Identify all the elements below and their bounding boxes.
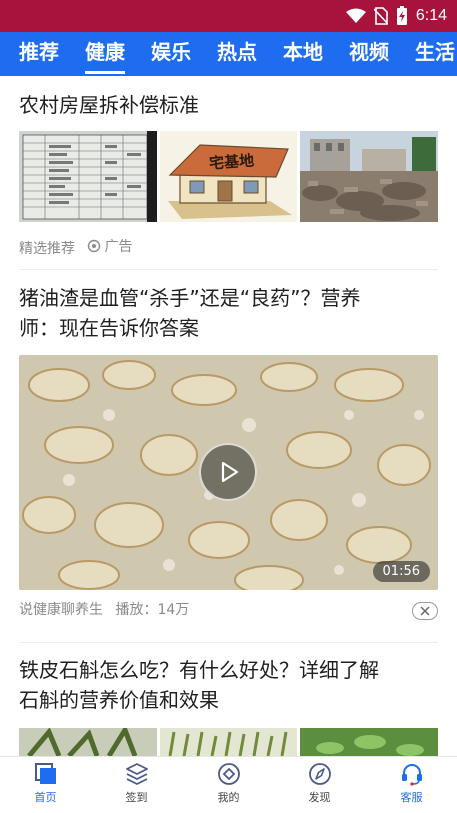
- tab-video[interactable]: 视频: [349, 32, 389, 76]
- wifi-icon: [345, 8, 366, 23]
- article-source: 说健康聊养生: [19, 602, 103, 618]
- article-card[interactable]: 猪油渣是血管“杀手”还是“良药”？营养 师：现在告诉你答案 01:56 说健康聊…: [0, 270, 457, 642]
- no-sim-icon: [373, 7, 388, 25]
- article-thumbnail[interactable]: [19, 131, 157, 222]
- headset-icon: [402, 764, 422, 786]
- article-thumbnail[interactable]: [300, 728, 438, 756]
- diamond-icon: [218, 763, 240, 785]
- status-icons: 6:14: [345, 6, 447, 26]
- video-player[interactable]: 01:56: [19, 355, 438, 590]
- video-duration: 01:56: [372, 561, 430, 582]
- play-count: 播放：14万: [115, 602, 190, 618]
- article-thumbnail[interactable]: [160, 728, 297, 756]
- title-line: 石斛的营养价值和效果: [19, 688, 219, 712]
- layers-icon: [126, 763, 148, 785]
- tab-local[interactable]: 本地: [283, 32, 323, 76]
- home-icon: [35, 763, 56, 784]
- article-thumbnail[interactable]: [300, 131, 438, 222]
- article-title[interactable]: 猪油渣是血管“杀手”还是“良药”？营养 师：现在告诉你答案: [19, 283, 439, 343]
- title-line: 猪油渣是血管“杀手”还是“良药”？营养: [19, 286, 361, 310]
- category-tabs: 推荐 健康 娱乐 热点 本地 视频 生活: [0, 32, 457, 76]
- article-thumbnail[interactable]: 宅基地: [160, 131, 297, 222]
- nav-label: 发现: [308, 791, 331, 804]
- nav-label: 我的: [217, 791, 240, 804]
- article-card[interactable]: 农村房屋拆补偿标准 宅基地 精选推荐 广告: [0, 76, 457, 271]
- play-icon: [221, 461, 239, 483]
- ad-icon: [88, 239, 101, 253]
- tab-hot[interactable]: 热点: [217, 32, 257, 76]
- compass-icon: [309, 763, 331, 785]
- tab-health[interactable]: 健康: [85, 32, 125, 76]
- nav-home[interactable]: 首页: [0, 757, 91, 813]
- ad-label: 广告: [104, 239, 133, 255]
- status-time: 6:14: [415, 7, 447, 24]
- bottom-nav: 首页 签到 我的 发现 客服: [0, 756, 457, 813]
- nav-checkin[interactable]: 签到: [91, 757, 182, 813]
- article-meta: 精选推荐 广告: [19, 236, 132, 258]
- title-line: 铁皮石斛怎么吃？有什么好处？详细了解: [19, 658, 379, 682]
- nav-discover[interactable]: 发现: [274, 757, 365, 813]
- nav-label: 首页: [34, 791, 57, 804]
- nav-label: 签到: [125, 791, 148, 804]
- nav-service[interactable]: 客服: [366, 757, 457, 813]
- tab-recommend[interactable]: 推荐: [19, 32, 59, 76]
- article-thumbnail[interactable]: [19, 728, 157, 756]
- close-icon: [420, 606, 430, 616]
- article-source: 精选推荐: [19, 241, 75, 257]
- battery-charging-icon: [396, 6, 407, 25]
- tab-life[interactable]: 生活: [415, 32, 455, 76]
- dismiss-button[interactable]: [412, 602, 438, 620]
- tab-entertainment[interactable]: 娱乐: [151, 32, 191, 76]
- title-line: 师：现在告诉你答案: [19, 316, 199, 340]
- article-meta: 说健康聊养生 播放：14万: [19, 599, 189, 619]
- house-sign-text: 宅基地: [209, 151, 255, 172]
- nav-mine[interactable]: 我的: [183, 757, 274, 813]
- nav-label: 客服: [400, 791, 423, 804]
- status-bar: 6:14: [0, 0, 457, 32]
- play-button[interactable]: [199, 443, 257, 501]
- article-title[interactable]: 铁皮石斛怎么吃？有什么好处？详细了解 石斛的营养价值和效果: [19, 655, 439, 715]
- news-feed[interactable]: 农村房屋拆补偿标准 宅基地 精选推荐 广告 猪油渣是血管“杀手”还是“良药”？营…: [0, 76, 457, 756]
- article-title[interactable]: 农村房屋拆补偿标准: [19, 90, 439, 120]
- article-card[interactable]: 铁皮石斛怎么吃？有什么好处？详细了解 石斛的营养价值和效果: [0, 643, 457, 756]
